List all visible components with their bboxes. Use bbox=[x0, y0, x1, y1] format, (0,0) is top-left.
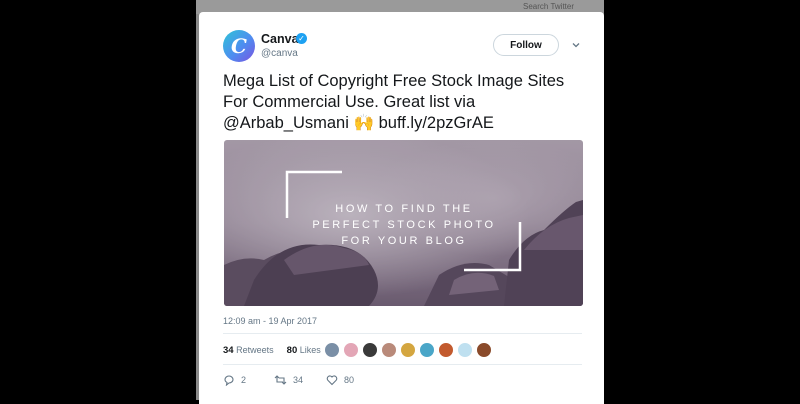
mention-link[interactable]: @Arbab_Usmani bbox=[223, 114, 349, 132]
heart-icon bbox=[326, 375, 338, 386]
background-search-text: Search Twitter bbox=[523, 2, 574, 11]
reply-action[interactable]: 2 bbox=[223, 374, 247, 387]
liker-avatar[interactable] bbox=[362, 342, 378, 358]
media-headline-line-2: PERFECT STOCK PHOTO bbox=[312, 219, 495, 231]
tweet-media-image[interactable]: HOW TO FIND THE PERFECT STOCK PHOTO FOR … bbox=[224, 140, 583, 306]
tweet-stats: 34 Retweets 80 Likes bbox=[223, 345, 321, 356]
tweet-timestamp[interactable]: 12:09 am - 19 Apr 2017 bbox=[223, 316, 317, 326]
chevron-down-icon[interactable] bbox=[571, 40, 581, 50]
liker-avatar[interactable] bbox=[400, 342, 416, 358]
likes-label: Likes bbox=[299, 345, 321, 355]
reply-icon bbox=[224, 375, 234, 387]
likes-stat[interactable]: 80 Likes bbox=[286, 345, 321, 356]
divider bbox=[223, 333, 582, 334]
liker-avatar[interactable] bbox=[457, 342, 473, 358]
url-link[interactable]: buff.ly/2pzGrAE bbox=[379, 114, 494, 132]
avatar[interactable]: C bbox=[223, 30, 255, 62]
liker-avatar[interactable] bbox=[343, 342, 359, 358]
follow-button[interactable]: Follow bbox=[493, 34, 559, 56]
reply-count: 2 bbox=[241, 375, 247, 385]
liker-avatar[interactable] bbox=[324, 342, 340, 358]
divider bbox=[223, 364, 582, 365]
retweets-label: Retweets bbox=[236, 345, 274, 355]
likes-count: 80 bbox=[286, 345, 298, 356]
retweets-stat[interactable]: 34 Retweets bbox=[223, 345, 276, 356]
author-handle[interactable]: @canva bbox=[261, 48, 298, 59]
liker-avatar[interactable] bbox=[419, 342, 435, 358]
like-action[interactable]: 80 bbox=[326, 374, 354, 386]
tweet-text-line-2: For Commercial Use. Great list via bbox=[223, 93, 476, 111]
retweets-count: 34 bbox=[223, 345, 234, 356]
raised-hands-emoji: 🙌 bbox=[353, 114, 375, 132]
retweet-count: 34 bbox=[293, 375, 304, 385]
tweet-text-line-1: Mega List of Copyright Free Stock Image … bbox=[223, 72, 565, 90]
retweet-icon bbox=[274, 375, 287, 385]
author-name[interactable]: Canva bbox=[261, 32, 299, 46]
liker-avatar[interactable] bbox=[438, 342, 454, 358]
like-count: 80 bbox=[344, 375, 355, 385]
media-headline-line-1: HOW TO FIND THE bbox=[335, 203, 472, 215]
tweet-card: C Canva ✓ @canva Follow Mega List of Cop… bbox=[199, 12, 604, 404]
retweet-action[interactable]: 34 bbox=[274, 374, 303, 386]
liker-avatar[interactable] bbox=[476, 342, 492, 358]
verified-badge-icon: ✓ bbox=[296, 33, 307, 44]
liker-avatar[interactable] bbox=[381, 342, 397, 358]
tweet-text: Mega List of Copyright Free Stock Image … bbox=[223, 71, 593, 134]
tweet-text-line-3: @Arbab_Usmani 🙌 buff.ly/2pzGrAE bbox=[223, 113, 593, 134]
media-headline-line-3: FOR YOUR BLOG bbox=[341, 235, 466, 247]
